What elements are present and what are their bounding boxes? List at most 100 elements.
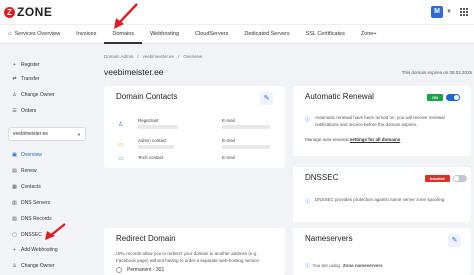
- logo-text: ZONE: [17, 5, 53, 19]
- sidebar-item-add-webhosting[interactable]: + Add Webhosting: [12, 247, 58, 253]
- nav-label: SSL Certificates: [305, 31, 345, 37]
- avatar: M: [431, 6, 444, 18]
- breadcrumb: Domain Admin / veebimeister.ee / Overvie…: [104, 54, 202, 59]
- dnssec-info-text: DNSSEC provides protection against name …: [315, 197, 445, 202]
- nameservers-card: Nameservers ✎ ⓘ You are using Zone names…: [293, 228, 471, 275]
- sidebar-item-change-owner-domain[interactable]: ♙ Change Owner: [12, 263, 55, 269]
- contact-label: Tech contact: [138, 155, 164, 160]
- nameservers-value: Zone nameservers: [342, 263, 383, 268]
- monitor-icon: ▭: [118, 156, 124, 162]
- renewal-toggle[interactable]: ON: [427, 94, 460, 101]
- home-icon: ⌂: [8, 31, 12, 37]
- edit-nameservers-button[interactable]: ✎: [448, 234, 461, 247]
- server-icon: ▥: [12, 200, 17, 206]
- nav-ssl-certificates[interactable]: SSL Certificates: [298, 24, 353, 44]
- expiry-text: This domain expires on 08.02.2025: [401, 70, 472, 75]
- sidebar-item-label: Register: [21, 62, 40, 68]
- sidebar-item-dns-servers[interactable]: ▥ DNS Servers: [12, 200, 50, 206]
- nav-dedicated-servers[interactable]: Dedicated Servers: [236, 24, 297, 44]
- sidebar-item-transfer[interactable]: ⇄ Transfer: [12, 76, 39, 82]
- sidebar-item-label: DNS Servers: [21, 200, 51, 206]
- chevron-down-icon: ▼: [77, 131, 81, 137]
- user-icon: ♙: [12, 92, 17, 98]
- contact-label: Admin contact: [138, 138, 167, 143]
- automatic-renewal-card: Automatic Renewal ON ⓘ Automatic renewal…: [293, 86, 471, 156]
- nav-webhosting[interactable]: Webhosting: [142, 24, 187, 44]
- user-icon: ♙: [118, 122, 124, 128]
- redirect-info-text: URL records allow you to redirect your d…: [116, 251, 261, 263]
- page-title: veebimeister.ee: [104, 67, 164, 77]
- email-label: E-mail: [222, 118, 235, 123]
- email-label: E-mail: [222, 155, 235, 160]
- sidebar-item-label: DNSSEC: [21, 232, 42, 238]
- status-badge: ON: [427, 94, 443, 101]
- nav-invoices[interactable]: Invoices: [68, 24, 104, 44]
- nav-zone-plus[interactable]: Zone+: [353, 24, 385, 44]
- user-icon: ♙: [12, 263, 17, 269]
- renewal-info-text: Automatic renewal have been turned on, y…: [315, 115, 445, 127]
- sidebar-item-renew[interactable]: ▤ Renew: [12, 168, 37, 174]
- dnssec-card: DNSSEC Inactive ⓘ DNSSEC provides protec…: [293, 167, 471, 222]
- breadcrumb-domain[interactable]: veebimeister.ee: [143, 54, 175, 59]
- sidebar-item-label: Contacts: [21, 184, 41, 190]
- status-badge: Inactive: [425, 175, 450, 182]
- list-icon: ☰: [12, 108, 17, 114]
- nav-cloudservers[interactable]: CloudServers: [187, 24, 236, 44]
- admin-icon: ▭: [118, 142, 124, 148]
- annotation-arrow-icon: [45, 223, 66, 240]
- sidebar-item-overview[interactable]: ▣ Overview: [12, 152, 42, 158]
- domain-select[interactable]: veebimeister.ee ▼: [8, 127, 86, 141]
- annotation-arrow-icon: [114, 3, 138, 29]
- contact-label: Registrant: [138, 118, 159, 123]
- dnssec-toggle[interactable]: Inactive: [425, 175, 467, 182]
- nav-label: Services Overview: [14, 31, 61, 37]
- page: Z ZONE M ▼ ⌂ Services Overview Invoices …: [0, 0, 474, 275]
- plus-icon: +: [13, 62, 16, 68]
- nav-services-overview[interactable]: ⌂ Services Overview: [0, 24, 68, 44]
- sidebar-item-label: Transfer: [21, 76, 40, 82]
- sidebar-item-label: Change Owner: [21, 92, 55, 98]
- sidebar-item-label: Add Webhosting: [21, 247, 58, 253]
- selected-domain: veebimeister.ee: [13, 131, 49, 137]
- redacted-email: [222, 145, 270, 149]
- breadcrumb-overview: Overview: [183, 54, 203, 59]
- sidebar-item-label: Change Owner: [21, 263, 55, 269]
- info-icon: ⓘ: [305, 263, 310, 268]
- toggle-switch[interactable]: [452, 175, 467, 182]
- edit-contacts-button[interactable]: ✎: [260, 92, 273, 105]
- nameservers-prefix: You are using: [312, 263, 340, 268]
- card-title: Redirect Domain: [116, 234, 176, 243]
- manage-renewal-text: Manage auto-renewal settings for all dom…: [305, 137, 400, 144]
- card-title: Automatic Renewal: [305, 92, 374, 101]
- sidebar-item-change-owner[interactable]: ♙ Change Owner: [12, 92, 55, 98]
- manage-prefix: Manage auto-renewal: [305, 137, 349, 142]
- pencil-icon: ✎: [451, 237, 458, 244]
- redirect-option[interactable]: Permanent - 301: [116, 267, 164, 273]
- nav-label: Dedicated Servers: [244, 31, 290, 37]
- nav-label: Invoices: [76, 31, 97, 37]
- sidebar-item-register[interactable]: + Register: [12, 62, 40, 68]
- account-menu[interactable]: M ▼: [431, 6, 452, 18]
- info-icon: ⓘ: [305, 199, 311, 205]
- nav-label: Webhosting: [150, 31, 180, 37]
- redirect-domain-card: Redirect Domain URL records allow you to…: [104, 228, 285, 275]
- calendar-icon: ▤: [12, 168, 17, 174]
- sidebar-item-label: Renew: [21, 168, 37, 174]
- top-right-controls: M ▼: [431, 6, 468, 18]
- top-bar: Z ZONE M ▼: [0, 0, 474, 24]
- sidebar-item-orders[interactable]: ☰ Orders: [12, 108, 36, 114]
- manage-renewal-link[interactable]: settings for all domains: [350, 137, 401, 142]
- sidebar-item-label: Overview: [21, 152, 42, 158]
- breadcrumb-domain-admin[interactable]: Domain Admin: [104, 54, 133, 59]
- sidebar-item-contacts[interactable]: ▦ Contacts: [12, 184, 41, 190]
- nav-label: Zone+: [360, 31, 377, 37]
- zone-logo[interactable]: Z ZONE: [4, 5, 52, 19]
- breadcrumb-separator: /: [178, 54, 180, 59]
- toggle-switch[interactable]: [446, 94, 460, 101]
- nav-label: CloudServers: [195, 31, 229, 37]
- plus-icon: +: [13, 247, 16, 253]
- sidebar-item-dnssec[interactable]: ▢ DNSSEC: [12, 232, 42, 238]
- main-nav: ⌂ Services Overview Invoices Domains Web…: [0, 24, 474, 44]
- radio-button[interactable]: [116, 267, 122, 273]
- apps-grid-icon[interactable]: [460, 8, 468, 16]
